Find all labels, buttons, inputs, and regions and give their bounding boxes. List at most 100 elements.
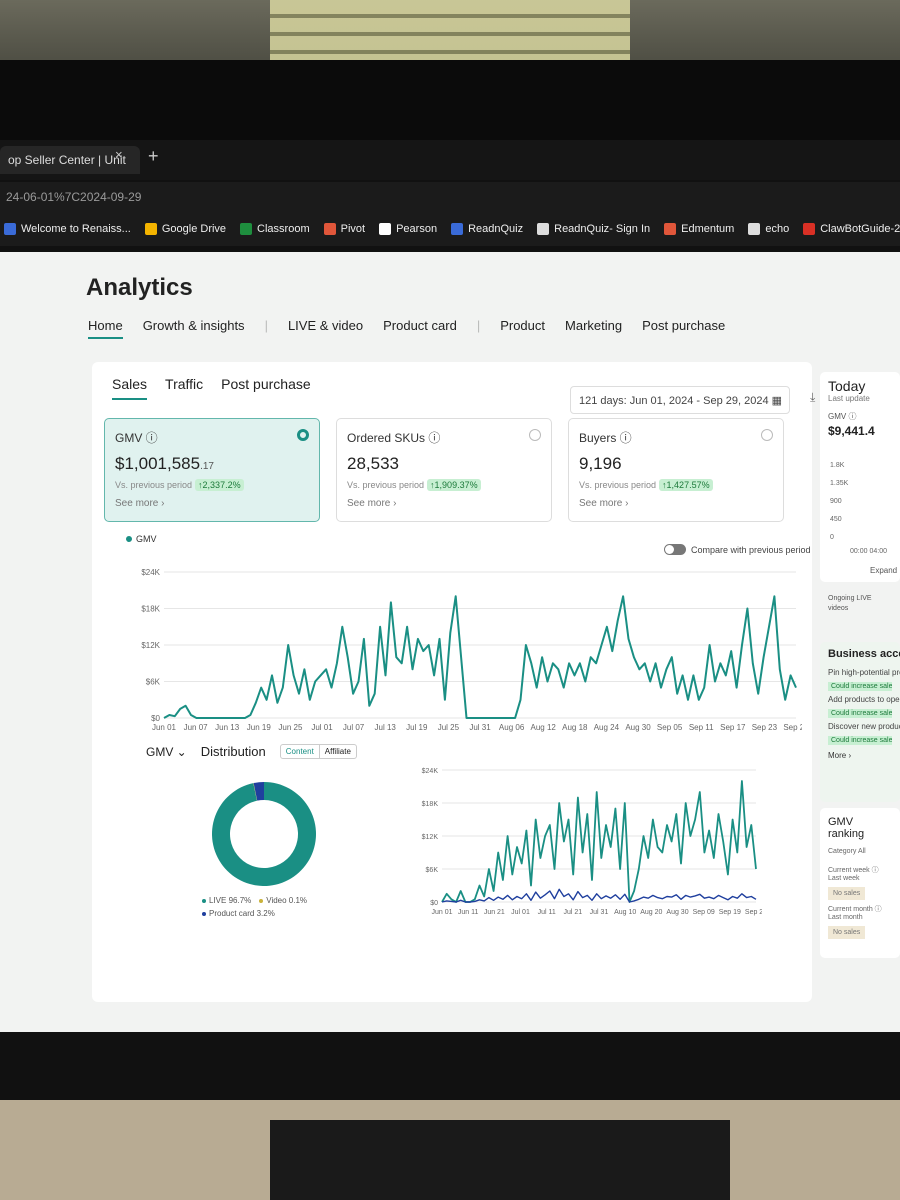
pivot-icon: [323, 223, 336, 235]
nav-divider: |: [264, 318, 268, 333]
x-tick-label: Aug 20: [640, 909, 662, 916]
tab-marketing[interactable]: Marketing: [565, 318, 622, 339]
metric-dropdown[interactable]: GMV ⌄: [146, 745, 187, 759]
sales-card: Sales Traffic Post purchase 121 days: Ju…: [92, 362, 815, 1002]
metric-value: 28,533: [347, 454, 399, 473]
globe-icon: [748, 223, 761, 235]
bookmark-item[interactable]: ReadnQuiz- Sign In: [537, 220, 650, 238]
x-tick-label: Jul 13: [375, 723, 397, 732]
date-range-picker[interactable]: 121 days: Jun 01, 2024 - Sep 29, 2024 ▦: [570, 386, 790, 414]
x-ticks: 00:00 04:00: [850, 548, 887, 555]
expand-link[interactable]: Expand: [870, 566, 897, 575]
tab-growth-insights[interactable]: Growth & insights: [143, 318, 245, 339]
readnquiz-icon: [451, 223, 464, 235]
metric-cents: .17: [200, 461, 214, 472]
biz-item[interactable]: Add products to open affi collaborations: [820, 693, 900, 707]
date-range-text: 121 days: Jun 01, 2024 - Sep 29, 2024: [579, 395, 769, 407]
address-bar[interactable]: 24-06-01%7C2024-09-29: [0, 182, 900, 212]
x-tick-label: Jun 25: [278, 723, 303, 732]
monitor-stand: [270, 1120, 730, 1200]
biz-pill: Could increase sales by 11%: [828, 709, 892, 718]
x-tick-label: Jul 01: [511, 909, 530, 916]
today-title: Today: [828, 378, 866, 394]
monitor: op Seller Center | Unit × + 24-06-01%7C2…: [0, 60, 900, 1140]
y-tick: 450: [830, 516, 842, 523]
x-tick-label: Jun 01: [431, 909, 452, 916]
more-link[interactable]: More ›: [820, 747, 900, 764]
bookmark-item[interactable]: Welcome to Renaiss...: [4, 220, 131, 238]
legend-entry: Video 0.1%: [259, 896, 307, 905]
chart-legend: GMV: [126, 534, 157, 544]
compare-toggle[interactable]: Compare with previous period: [664, 544, 811, 555]
tab-affiliate[interactable]: Affiliate: [320, 745, 356, 758]
metric-radio[interactable]: [761, 429, 773, 441]
see-more-link[interactable]: See more ›: [115, 498, 309, 509]
metric-radio[interactable]: [297, 429, 309, 441]
tab-product-card[interactable]: Product card: [383, 318, 457, 339]
tab-live-video[interactable]: LIVE & video: [288, 318, 363, 339]
metric-radio[interactable]: [529, 429, 541, 441]
tab-close-icon[interactable]: ×: [115, 147, 123, 162]
download-icon[interactable]: ⤓: [810, 390, 815, 405]
see-more-link[interactable]: See more ›: [347, 498, 541, 509]
subtab-sales[interactable]: Sales: [112, 376, 148, 400]
biz-item[interactable]: Pin high-potential produ: [820, 666, 900, 680]
toggle-switch[interactable]: [664, 544, 686, 555]
tab-product[interactable]: Product: [500, 318, 545, 339]
bookmark-item[interactable]: Google Drive: [144, 220, 226, 238]
bookmark-item[interactable]: Classroom: [240, 220, 310, 238]
biz-item[interactable]: Discover new product opportunities: [820, 720, 900, 734]
bookmark-label: ReadnQuiz- Sign In: [554, 223, 651, 235]
bookmark-item[interactable]: ReadnQuiz: [451, 220, 523, 238]
legend-label: GMV: [136, 534, 157, 544]
ranking-title: GMV ranking: [828, 816, 865, 840]
no-sales-badge: No sales: [828, 887, 866, 900]
metric-card-gmv[interactable]: GMV ⓘ $1,001,585.17 Vs. previous period ↑…: [104, 418, 320, 522]
x-tick-label: Sep 05: [657, 723, 683, 732]
see-more-link[interactable]: See more ›: [579, 498, 773, 509]
tab-home[interactable]: Home: [88, 318, 123, 339]
bookmark-item[interactable]: Pearson: [379, 220, 437, 238]
new-tab-button[interactable]: +: [148, 146, 159, 167]
x-tick-label: Jul 31: [469, 723, 491, 732]
y-tick-label: $18K: [141, 605, 160, 614]
bookmark-label: Classroom: [257, 223, 310, 235]
tab-post-purchase[interactable]: Post purchase: [642, 318, 725, 339]
y-tick: 1.8K: [830, 462, 845, 469]
last-updated: Last update: [828, 394, 870, 403]
bookmark-label: echo: [765, 223, 790, 235]
bookmark-label: Pivot: [340, 223, 366, 235]
x-tick-label: Sep 29: [745, 909, 762, 916]
x-tick-label: Jun 19: [247, 723, 272, 732]
no-sales-badge: No sales: [828, 926, 866, 939]
bookmark-item[interactable]: ClawBotGuide-2017...: [803, 220, 900, 238]
x-tick-label: Jul 21: [563, 909, 582, 916]
subtab-post-purchase[interactable]: Post purchase: [221, 376, 311, 400]
distribution-title: Distribution: [200, 744, 266, 759]
calendar-icon: ▦: [771, 395, 783, 407]
x-tick-label: Jun 21: [484, 909, 505, 916]
y-tick: 900: [830, 498, 842, 505]
metric-card-ordered-skus[interactable]: Ordered SKUs ⓘ 28,533 Vs. previous perio…: [336, 418, 552, 522]
today-gmv-value: $9,441.4: [828, 424, 875, 438]
legend-dot: [126, 536, 132, 542]
screen: op Seller Center | Unit × + 24-06-01%7C2…: [0, 140, 900, 1140]
bookmark-label: ReadnQuiz: [468, 223, 524, 235]
bookmarks-bar: Welcome to Renaiss... Google Drive Classro…: [0, 212, 900, 246]
x-tick-label: Sep 09: [693, 909, 715, 916]
category-select[interactable]: Category All: [820, 848, 900, 855]
x-tick-label: Jun 01: [152, 723, 177, 732]
x-tick-label: Aug 30: [625, 723, 651, 732]
classroom-icon: [240, 223, 253, 235]
bookmark-item[interactable]: echo: [748, 220, 789, 238]
metric-card-buyers[interactable]: Buyers ⓘ 9,196 Vs. previous period ↑1,427…: [568, 418, 784, 522]
tab-content[interactable]: Content: [281, 745, 320, 758]
bookmark-item[interactable]: Pivot: [323, 220, 366, 238]
x-tick-label: Sep 11: [689, 723, 714, 732]
bookmark-item[interactable]: Edmentum: [664, 220, 734, 238]
legend-dot: [202, 898, 206, 903]
x-tick-label: Jul 19: [406, 723, 428, 732]
metric-value: 9,196: [579, 454, 622, 473]
x-tick-label: Jul 01: [311, 723, 333, 732]
subtab-traffic[interactable]: Traffic: [165, 376, 203, 400]
